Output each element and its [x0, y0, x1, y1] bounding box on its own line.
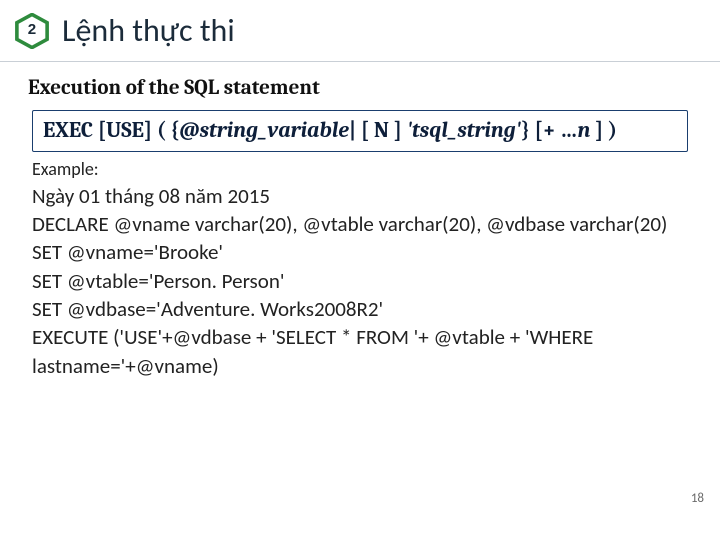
code-line: SET @vname='Brooke' [32, 238, 688, 266]
syntax-variable: 'tsql_string' [407, 117, 521, 143]
slide-title: Lệnh thực thi [62, 11, 235, 50]
example-label: Example: [32, 158, 688, 180]
slide-content: Execution of the SQL statement EXEC [USE… [0, 62, 720, 380]
slide-header: 2 Lệnh thực thi [0, 0, 720, 62]
code-line: SET @vdbase='Adventure. Works2008R2' [32, 295, 688, 323]
syntax-text: | [ N ] [349, 117, 407, 143]
code-block: Ngày 01 tháng 08 năm 2015 DECLARE @vname… [32, 182, 688, 380]
code-line: Ngày 01 tháng 08 năm 2015 [32, 182, 688, 210]
syntax-text: ] ) [590, 117, 617, 143]
badge-number: 2 [28, 20, 36, 37]
syntax-text: } [+ … [521, 117, 577, 143]
code-line: DECLARE @vname varchar(20), @vtable varc… [32, 210, 688, 238]
code-line: EXECUTE ('USE'+@vdbase + 'SELECT * FROM … [32, 323, 688, 380]
code-line: SET @vtable='Person. Person' [32, 267, 688, 295]
page-number: 18 [691, 491, 704, 506]
syntax-variable: n [577, 117, 590, 143]
section-heading: Execution of the SQL statement [28, 76, 692, 100]
syntax-text: EXEC [USE] ( { [43, 117, 179, 143]
syntax-variable: @string_variable [179, 117, 349, 143]
syntax-box: EXEC [USE] ( {@string_variable| [ N ] 't… [32, 110, 688, 152]
hexagon-badge-icon: 2 [14, 13, 50, 49]
